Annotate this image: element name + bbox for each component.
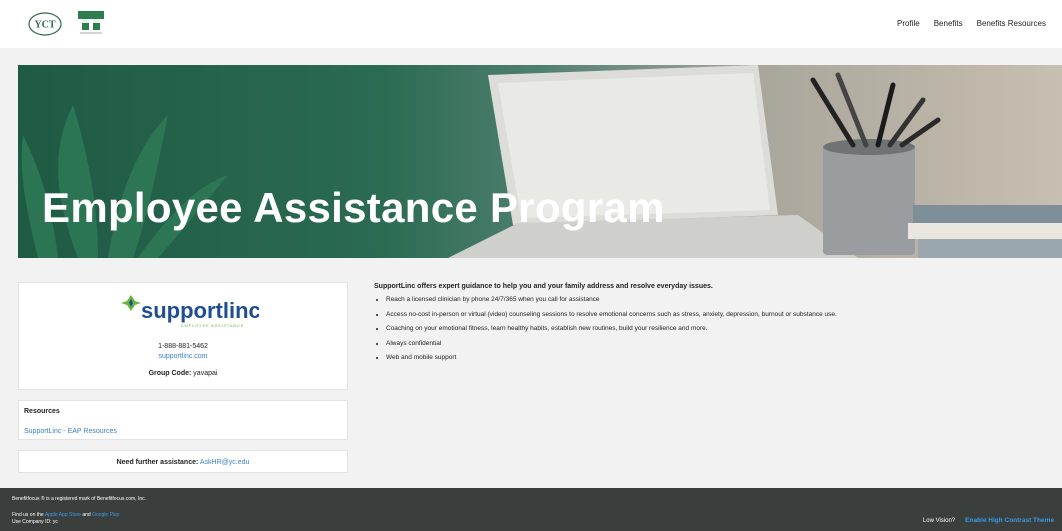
high-contrast-toggle[interactable]: Enable High Contrast Theme xyxy=(965,517,1054,524)
group-code: Group Code: yavapai xyxy=(19,370,347,377)
list-item: Access no-cost in-person or virtual (vid… xyxy=(386,311,1054,319)
hero-banner: Employee Assistance Program xyxy=(18,65,1062,258)
assistance-card: Need further assistance: AskHR@yc.edu xyxy=(18,450,348,473)
eap-resources-link[interactable]: SupportLinc - EAP Resources xyxy=(24,428,117,435)
supportlinc-card: supportlinc EMPLOYEE ASSISTANCE 1-888-88… xyxy=(18,282,348,390)
google-play-link[interactable]: Google Play xyxy=(92,512,119,518)
list-item: Web and mobile support xyxy=(386,354,1054,362)
resources-card: Resources SupportLinc - EAP Resources xyxy=(18,400,348,440)
website-link[interactable]: supportlinc.com xyxy=(158,353,207,360)
group-code-label: Group Code: xyxy=(148,370,192,377)
assistance-line: Need further assistance: AskHR@yc.edu xyxy=(19,459,347,466)
low-vision-label: Low Vision? xyxy=(922,518,956,524)
feature-list: Reach a licensed clinician by phone 24/7… xyxy=(386,296,1054,362)
resources-title: Resources xyxy=(24,408,60,415)
website-link-wrapper: supportlinc.com xyxy=(19,353,347,360)
page-title: Employee Assistance Program xyxy=(42,184,665,231)
list-item: Reach a licensed clinician by phone 24/7… xyxy=(386,296,1054,304)
trademark-notice: Benefitfocus ® is a registered mark of B… xyxy=(12,496,147,502)
phone-number: 1-888-881-5462 xyxy=(158,343,208,350)
intro-text: SupportLinc offers expert guidance to he… xyxy=(374,283,713,290)
and-text: and xyxy=(82,512,91,518)
company-id: Use Company ID: yc xyxy=(12,519,58,525)
accessibility-controls: Low Vision? Enable High Contrast Theme xyxy=(923,517,1054,524)
footer: Benefitfocus ® is a registered mark of B… xyxy=(0,488,1062,531)
supportlinc-brand-text: supportlinc xyxy=(141,298,259,323)
supportlinc-logo[interactable]: supportlinc EMPLOYEE ASSISTANCE xyxy=(119,291,259,329)
college-logo-icon[interactable] xyxy=(74,8,108,38)
group-code-value: yavapai xyxy=(193,370,218,377)
yct-logo-text: YCT xyxy=(34,20,55,31)
nav-benefits[interactable]: Benefits xyxy=(934,19,963,28)
apple-app-store-link[interactable]: Apple App Store xyxy=(45,512,81,518)
list-item: Coaching on your emotional fitness, lear… xyxy=(386,325,1054,333)
program-description: SupportLinc offers expert guidance to he… xyxy=(374,283,1054,369)
supportlinc-tagline: EMPLOYEE ASSISTANCE xyxy=(181,323,244,328)
app-links: Find us on the Apple App Store and Googl… xyxy=(12,512,119,518)
top-bar: YCT Profile Benefits Benefits Resources xyxy=(0,0,1062,48)
assistance-email-link[interactable]: AskHR@yc.edu xyxy=(200,459,250,466)
top-nav: Profile Benefits Benefits Resources xyxy=(897,19,1046,28)
yct-logo[interactable]: YCT xyxy=(28,12,62,36)
assistance-label: Need further assistance: xyxy=(116,459,199,466)
list-item: Always confidential xyxy=(386,340,1054,348)
find-us-text: Find us on the xyxy=(12,512,44,518)
nav-profile[interactable]: Profile xyxy=(897,19,920,28)
nav-benefits-resources[interactable]: Benefits Resources xyxy=(977,19,1046,28)
